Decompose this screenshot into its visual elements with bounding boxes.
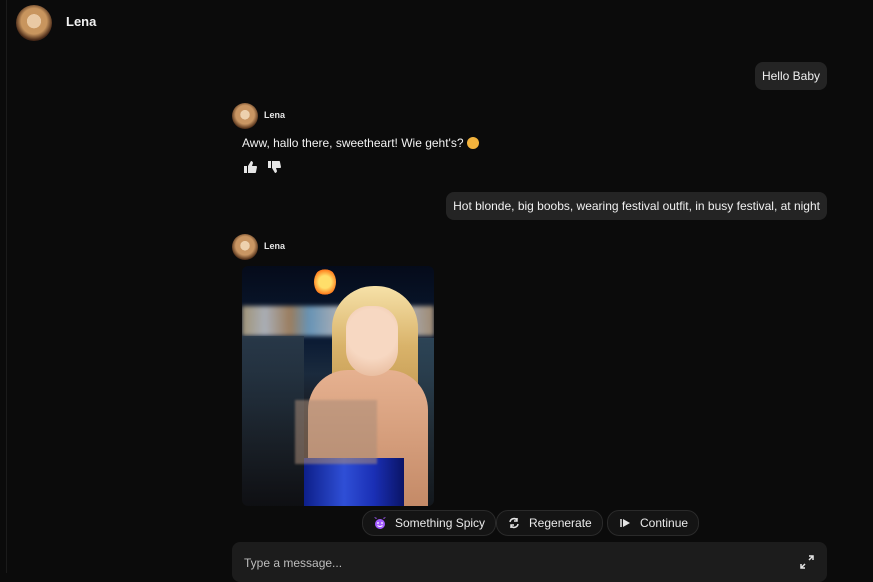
something-spicy-button[interactable]: Something Spicy [362, 510, 497, 536]
left-rule [6, 0, 7, 573]
chat-header: Lena [0, 0, 873, 44]
user-message: Hello Baby [754, 62, 827, 90]
balloon [314, 268, 336, 296]
play-icon [620, 519, 630, 527]
expand-icon[interactable] [799, 554, 815, 570]
chat-title: Lena [66, 14, 97, 29]
continue-label: Continue [640, 516, 689, 530]
bot-name: Lena [264, 110, 286, 120]
avatar[interactable] [16, 5, 52, 41]
message-composer [232, 542, 827, 582]
bot-message-text: Aww, hallo there, sweetheart! Wie geht's… [242, 136, 479, 150]
continue-button[interactable]: Continue [607, 510, 700, 536]
refresh-icon [509, 517, 519, 529]
bot-message-content: Aww, hallo there, sweetheart! Wie geht's… [242, 136, 464, 150]
devil-icon [374, 517, 386, 529]
generated-image[interactable] [242, 266, 434, 506]
message-reactions [242, 160, 292, 176]
message-input[interactable] [242, 554, 766, 572]
thumbs-down-icon[interactable] [266, 160, 282, 174]
avatar[interactable] [232, 234, 258, 260]
regenerate-button[interactable]: Regenerate [496, 510, 603, 536]
something-spicy-label: Something Spicy [395, 516, 486, 530]
user-message: Hot blonde, big boobs, wearing festival … [446, 192, 827, 220]
blur-overlay [295, 400, 377, 464]
regenerate-label: Regenerate [529, 516, 592, 530]
bot-name: Lena [264, 241, 286, 251]
avatar[interactable] [232, 103, 258, 129]
thumbs-up-icon[interactable] [242, 160, 258, 174]
dress [304, 458, 404, 506]
face [346, 306, 398, 376]
smile-emoji-icon [466, 137, 479, 149]
